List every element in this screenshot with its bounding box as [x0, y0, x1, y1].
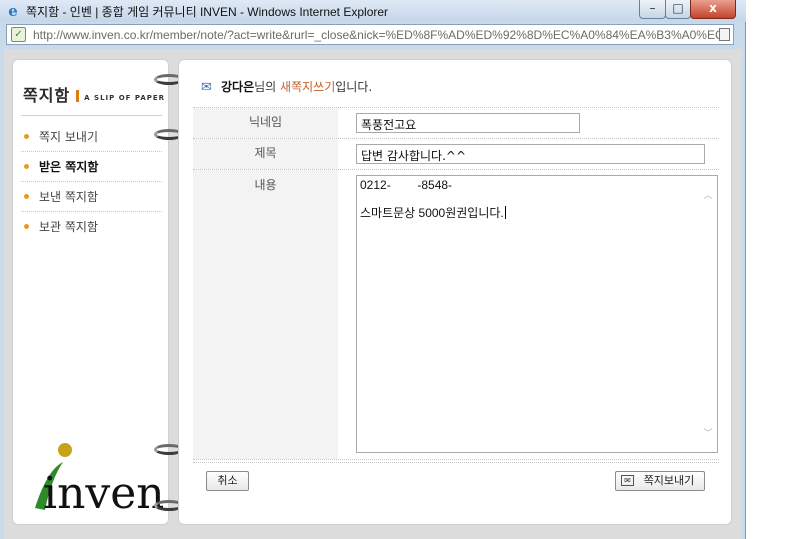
send-note-label: 쪽지보내기 [643, 474, 695, 487]
divider [21, 115, 162, 116]
sidebar-item-send-note[interactable]: 쪽지 보내기 [21, 122, 162, 152]
sidebar-item-sent[interactable]: 보낸 쪽지함 [21, 182, 162, 212]
send-note-icon: ✉ [621, 475, 634, 486]
bullet-icon [24, 194, 29, 199]
sidebar-item-archive[interactable]: 보관 쪽지함 [21, 212, 162, 242]
compose-panel: ✉ 강다은님의 새쪽지쓰기입니다. 닉네임 폭풍전고요 제목 답변 감사합니다.^… [178, 59, 732, 525]
text-caret [504, 206, 506, 219]
bullet-icon [24, 164, 29, 169]
nickname-field[interactable]: 폭풍전고요 [356, 113, 580, 133]
cancel-button[interactable]: 취소 [206, 471, 249, 491]
note-icon: ✉ [201, 80, 212, 95]
secure-page-icon: ✓ [11, 27, 26, 42]
scroll-down-arrow-icon[interactable]: ﹀ [702, 428, 714, 438]
form-row-nickname: 닉네임 폭풍전고요 [193, 108, 719, 139]
close-button[interactable]: x [690, 0, 736, 19]
title-action: 새쪽지쓰기 [280, 80, 336, 94]
brand-divider [76, 90, 80, 102]
compose-form: 닉네임 폭풍전고요 제목 답변 감사합니다.^^ 내용 0212- -8548-… [193, 107, 719, 460]
address-bar[interactable]: ✓ http://www.inven.co.kr/member/note/?ac… [6, 24, 734, 45]
action-bar: 취소 ✉ 쪽지보내기 [193, 462, 719, 492]
bullet-icon [24, 134, 29, 139]
subject-field[interactable]: 답변 감사합니다.^^ [356, 144, 705, 164]
sidebar-item-label: 보낸 쪽지함 [39, 190, 99, 204]
user-name: 강다은 [221, 80, 255, 94]
address-url[interactable]: http://www.inven.co.kr/member/note/?act=… [33, 28, 724, 42]
inven-logo: inven [35, 443, 163, 519]
sidebar-item-label: 보관 쪽지함 [39, 220, 99, 234]
form-row-body: 내용 0212- -8548- 스마트문상 5000원권입니다. ︿ ﹀ [193, 170, 719, 460]
title-text: 님의 [254, 80, 281, 94]
sidebar-menu: 쪽지 보내기 받은 쪽지함 보낸 쪽지함 보관 쪽지함 [21, 122, 162, 242]
page-title: ✉ 강다은님의 새쪽지쓰기입니다. [201, 78, 372, 95]
logo-text: inven [43, 468, 163, 519]
window-title: 쪽지함 - 인벤 | 종합 게임 커뮤니티 INVEN - Windows In… [26, 5, 389, 19]
body-line: 스마트문상 5000원권입니다. [360, 206, 699, 220]
title-bar[interactable]: e 쪽지함 - 인벤 | 종합 게임 커뮤니티 INVEN - Windows … [0, 0, 746, 22]
body-label: 내용 [193, 170, 338, 459]
note-popup: 쪽지함 A SLIP OF PAPER 쪽지 보내기 받은 쪽지함 보낸 쪽지함 … [4, 49, 742, 539]
internet-explorer-icon: e [8, 2, 18, 20]
subject-label: 제목 [193, 139, 338, 169]
sidebar-item-label: 쪽지 보내기 [39, 130, 99, 144]
scroll-up-arrow-icon[interactable]: ︿ [702, 190, 714, 200]
brand-title: 쪽지함 [23, 86, 71, 105]
sidebar-item-inbox[interactable]: 받은 쪽지함 [21, 152, 162, 182]
body-line: 0212- -8548- [360, 178, 453, 192]
note-sidebar: 쪽지함 A SLIP OF PAPER 쪽지 보내기 받은 쪽지함 보낸 쪽지함 … [12, 59, 169, 525]
body-line [360, 192, 699, 206]
minimize-button[interactable]: – [639, 0, 666, 19]
send-note-button[interactable]: ✉ 쪽지보내기 [615, 471, 705, 491]
brand: 쪽지함 A SLIP OF PAPER [23, 82, 165, 106]
page-icon [719, 28, 730, 41]
bullet-icon [24, 224, 29, 229]
body-line-text: 스마트문상 5000원권입니다. [360, 206, 504, 220]
brand-subtitle: A SLIP OF PAPER [84, 94, 166, 102]
browser-window: e 쪽지함 - 인벤 | 종합 게임 커뮤니티 INVEN - Windows … [0, 0, 746, 539]
body-textarea[interactable]: 0212- -8548- 스마트문상 5000원권입니다. ︿ ﹀ [356, 175, 718, 453]
maximize-button[interactable]: □ [665, 0, 691, 19]
title-suffix: 입니다. [335, 80, 373, 94]
nickname-label: 닉네임 [193, 108, 338, 138]
form-row-subject: 제목 답변 감사합니다.^^ [193, 139, 719, 170]
sidebar-item-label: 받은 쪽지함 [39, 160, 99, 174]
